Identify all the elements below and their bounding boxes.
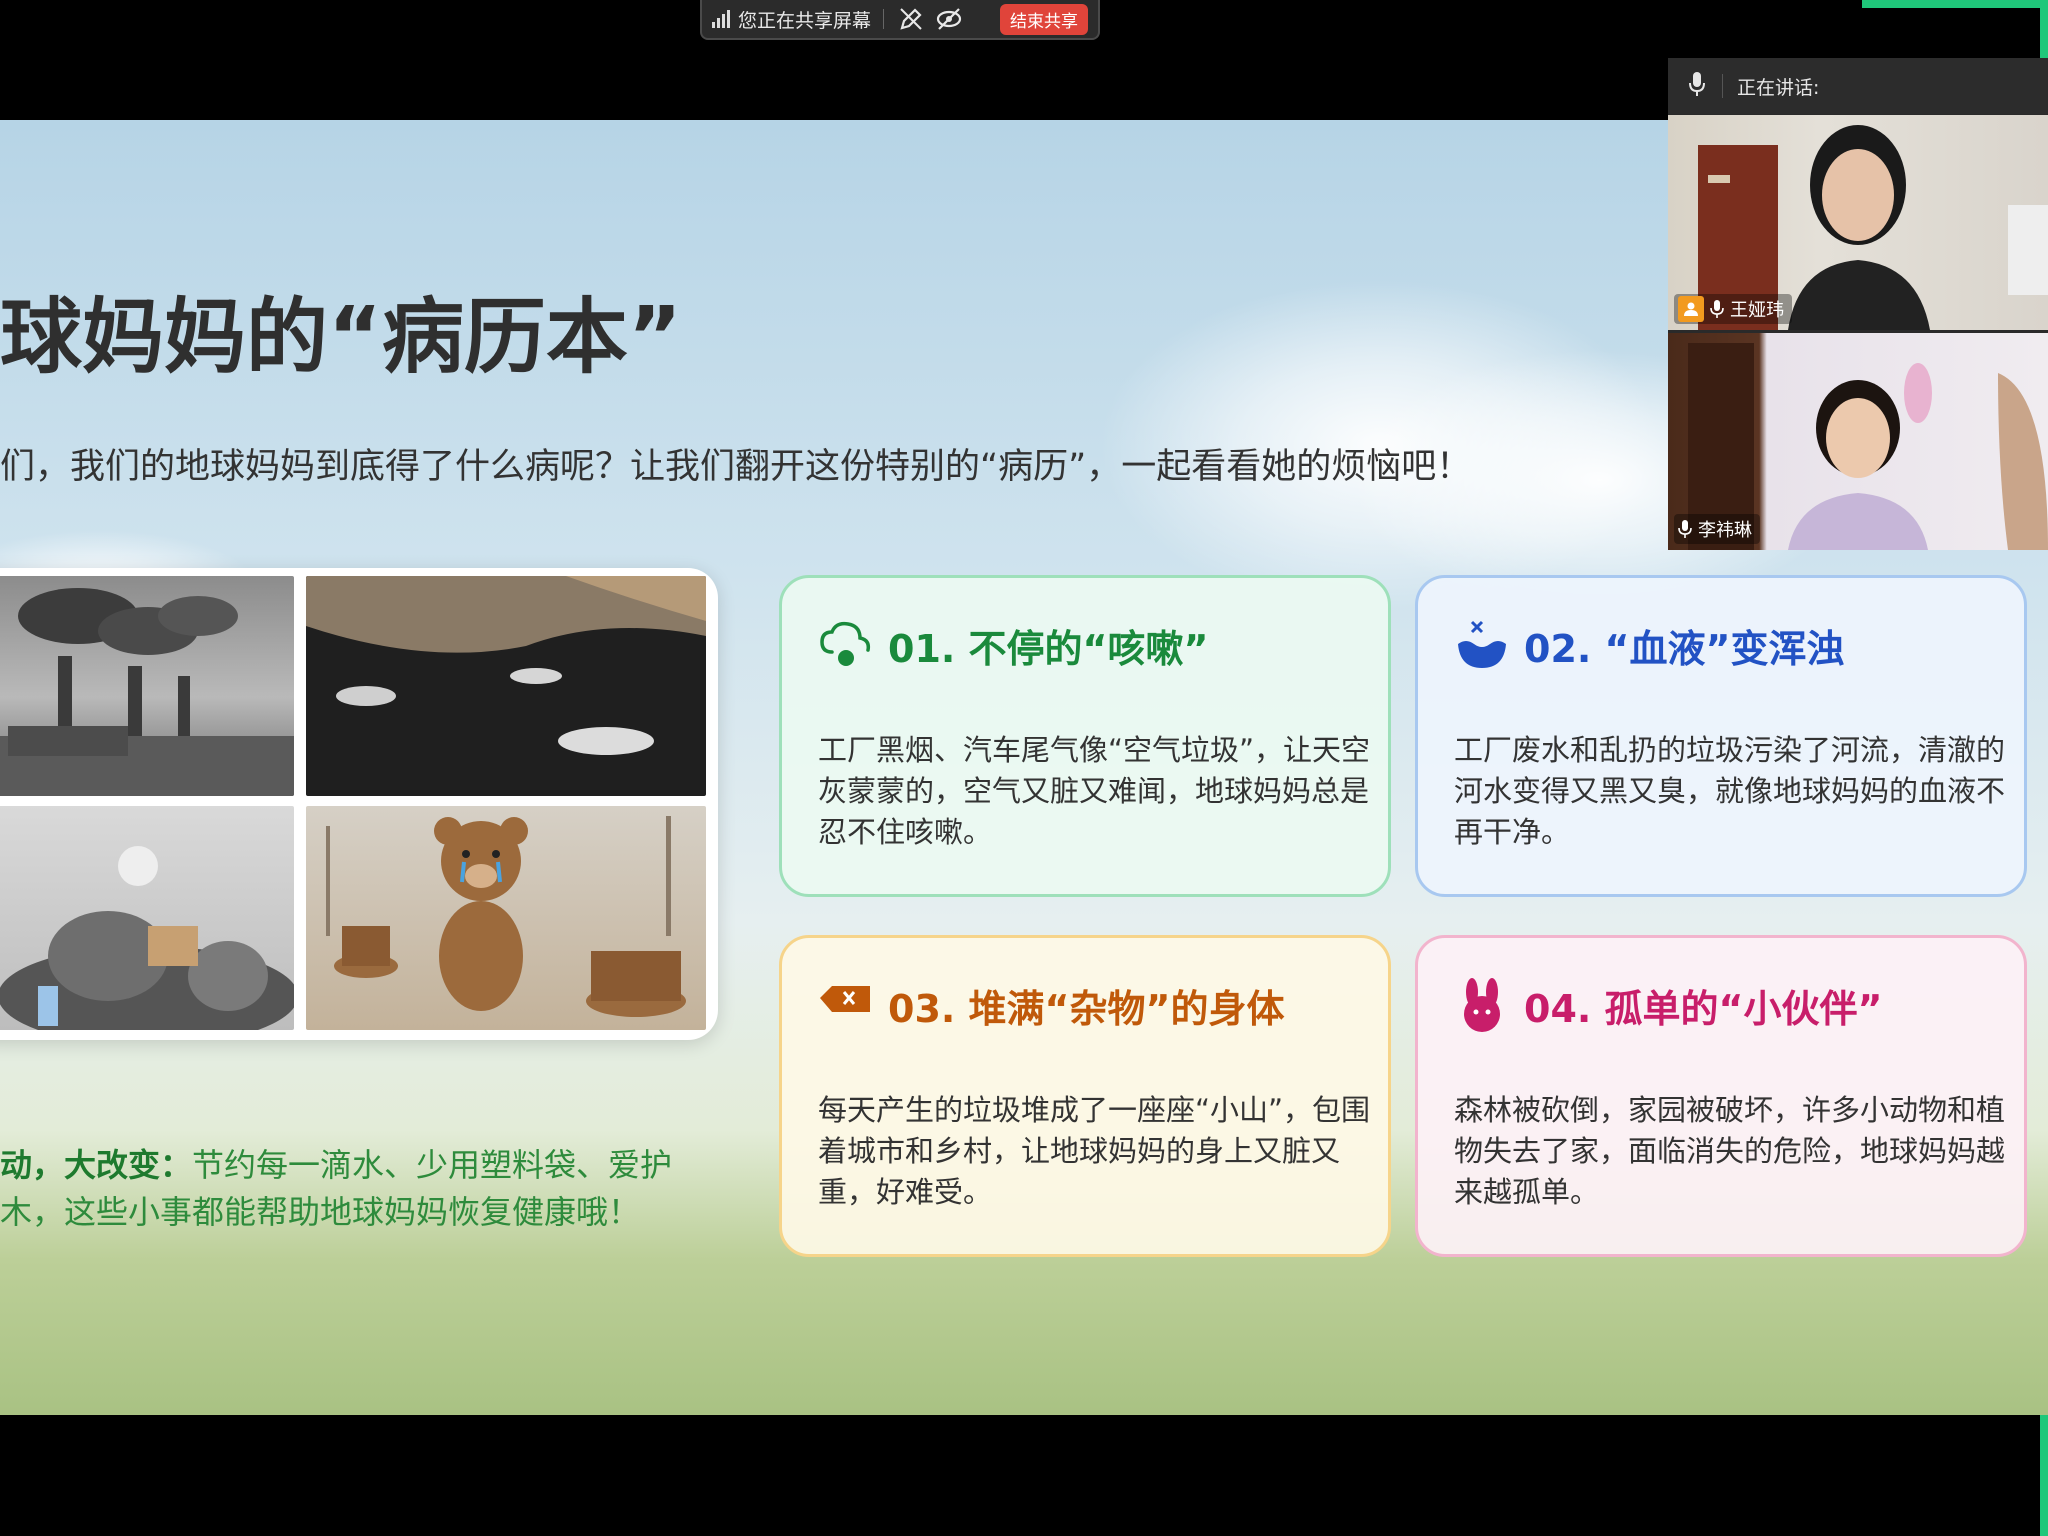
host-badge-icon [1678, 296, 1704, 322]
card-title: 04. 孤单的“小伙伴” [1524, 987, 1883, 1031]
participant-name-tag: 李祎琳 [1674, 514, 1760, 544]
card-title: 03. 堆满“杂物”的身体 [888, 987, 1285, 1031]
participant-video-tile[interactable]: 李祎琳 [1668, 333, 2048, 550]
share-border-right [2040, 0, 2048, 60]
factory-smoke-image [0, 576, 294, 796]
hide-view-icon[interactable] [934, 4, 964, 34]
share-border-top [1862, 0, 2048, 8]
video-panel[interactable]: 正在讲话: 王娅玮 李祎琳 [1668, 58, 2048, 550]
card-body: 每天产生的垃圾堆成了一座座“小山”，包围着城市和乡村，让地球妈妈的身上又脏又重，… [818, 1093, 1371, 1209]
card-body: 工厂废水和乱扔的垃圾污染了河流，清澈的河水变得又黑又臭，就像地球妈妈的血液不再干… [1454, 733, 2006, 849]
slide-subtitle: 们，我们的地球妈妈到底得了什么病呢？让我们翻开这份特别的“病历”，一起看看她的烦… [0, 447, 1472, 487]
card-title: 02. “血液”变浑浊 [1524, 627, 1845, 671]
speaking-label: 正在讲话: [1737, 76, 1820, 99]
bunny-icon [1454, 978, 1510, 1034]
annotate-icon[interactable] [896, 4, 926, 34]
tip-line-2: 木，这些小事都能帮助地球妈妈恢复健康哦！ [0, 1193, 641, 1231]
polluted-water-icon [1454, 618, 1510, 674]
end-share-button[interactable]: 结束共享 [1000, 3, 1088, 35]
card-air-pollution: 01. 不停的“咳嗽” 工厂黑烟、汽车尾气像“空气垃圾”，让天空灰蒙蒙的，空气又… [779, 575, 1391, 897]
card-title: 01. 不停的“咳嗽” [888, 627, 1209, 671]
microphone-icon [1688, 71, 1706, 102]
participant-name-tag: 王娅玮 [1674, 294, 1792, 324]
signal-icon [712, 10, 732, 28]
microphone-icon [1710, 300, 1724, 318]
bar-divider [1722, 74, 1723, 98]
participant-name: 王娅玮 [1730, 300, 1784, 321]
toolbar-divider [883, 9, 885, 29]
card-garbage: 03. 堆满“杂物”的身体 每天产生的垃圾堆成了一座座“小山”，包围着城市和乡村… [779, 935, 1391, 1257]
tip-bold-text: 动，大改变： [0, 1146, 193, 1184]
speaking-bar: 正在讲话: [1668, 58, 2048, 114]
slide-title: 球妈妈的“病历本” [0, 290, 682, 385]
tip-line-1: 节约每一滴水、少用塑料袋、爱护 [192, 1146, 673, 1184]
screen-share-toolbar: 您正在共享屏幕 结束共享 [700, 0, 1100, 40]
participant-video-tile[interactable]: 王娅玮 [1668, 115, 2048, 330]
microphone-icon [1678, 520, 1692, 538]
polluted-river-image [306, 576, 706, 796]
action-tip: 动，大改变：节约每一滴水、少用塑料袋、爱护 木，这些小事都能帮助地球妈妈恢复健康… [0, 1142, 672, 1236]
card-lonely-animals: 04. 孤单的“小伙伴” 森林被砍倒，家园被破坏，许多小动物和植物失去了家，面临… [1415, 935, 2027, 1257]
cloud-cough-icon [818, 618, 874, 674]
trash-pile-image [0, 806, 294, 1030]
participant-name: 李祎琳 [1698, 520, 1752, 541]
trash-tag-icon [818, 978, 874, 1034]
card-body: 森林被砍倒，家园被破坏，许多小动物和植物失去了家，面临消失的危险，地球妈妈越来越… [1454, 1093, 2006, 1209]
card-body: 工厂黑烟、汽车尾气像“空气垃圾”，让天空灰蒙蒙的，空气又脏又难闻，地球妈妈总是忍… [818, 733, 1371, 849]
card-water-pollution: 02. “血液”变浑浊 工厂废水和乱扔的垃圾污染了河流，清澈的河水变得又黑又臭，… [1415, 575, 2027, 897]
illustration-panel [0, 568, 718, 1040]
share-status-text: 您正在共享屏幕 [738, 9, 872, 32]
sad-bear-image [306, 806, 706, 1030]
